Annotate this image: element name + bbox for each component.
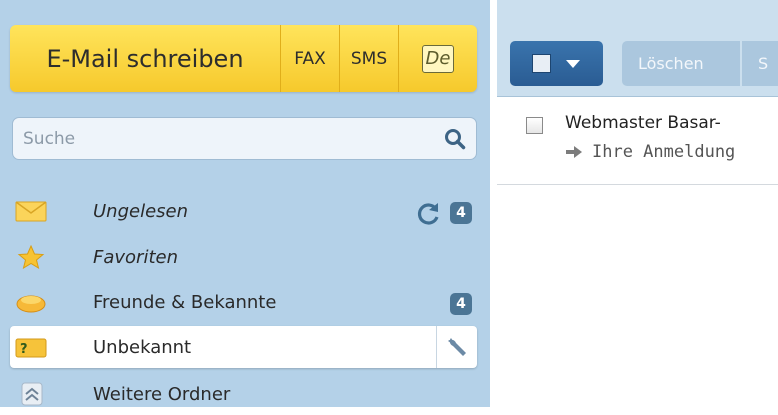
mail-sender: Webmaster Basar- [565, 113, 721, 133]
folder-weitere-ordner[interactable]: Weitere Ordner [0, 373, 490, 415]
sidebar: E-Mail schreiben FAX SMS De Ungelesen 4 … [0, 0, 490, 407]
folder-favoriten[interactable]: Favoriten [0, 236, 490, 278]
folder-unbekannt[interactable]: ? Unbekannt [10, 326, 477, 368]
search-input[interactable] [13, 118, 413, 159]
mail-list-item[interactable]: Webmaster Basar- Ihre Anmeldung [497, 100, 778, 185]
wrench-icon[interactable] [445, 335, 469, 359]
unread-count-badge: 4 [450, 293, 472, 315]
folder-label: Ungelesen [93, 201, 189, 222]
search-icon[interactable] [444, 128, 466, 150]
envelope-icon [15, 201, 47, 222]
group-icon [16, 295, 46, 313]
arrow-right-icon [566, 146, 582, 158]
chevron-up-icon [21, 382, 43, 406]
compose-email-button[interactable]: E-Mail schreiben [10, 25, 281, 92]
unknown-folder-icon: ? [15, 338, 47, 358]
star-icon [17, 245, 45, 269]
search-box [12, 117, 477, 160]
folder-label: Freunde & Bekannte [93, 292, 277, 313]
delete-button[interactable]: Löschen [622, 41, 740, 86]
folder-freunde-bekannte[interactable]: Freunde & Bekannte 4 [0, 281, 490, 323]
svg-text:?: ? [20, 342, 28, 357]
unread-count-badge: 4 [450, 202, 472, 224]
mail-subject-line: Ihre Anmeldung [565, 142, 735, 162]
refresh-icon[interactable] [414, 200, 442, 228]
mail-toolbar: Löschen S [497, 0, 778, 97]
compose-bar: E-Mail schreiben FAX SMS De [10, 25, 477, 92]
folder-label: Unbekannt [93, 337, 192, 358]
next-toolbar-button[interactable]: S [742, 41, 778, 86]
compose-sms-button[interactable]: SMS [340, 25, 399, 92]
compose-fax-button[interactable]: FAX [281, 25, 340, 92]
mail-subject: Ihre Anmeldung [592, 142, 736, 162]
select-all-dropdown[interactable] [510, 41, 603, 86]
select-all-checkbox-icon [532, 54, 551, 73]
divider [436, 326, 437, 368]
de-mail-icon: De [422, 44, 454, 73]
folder-label: Favoriten [93, 247, 178, 268]
caret-down-icon [566, 60, 580, 68]
mail-list-pane: Löschen S Webmaster Basar- Ihre Anmeldun… [497, 0, 778, 407]
folder-label: Weitere Ordner [93, 384, 231, 405]
mail-checkbox[interactable] [526, 117, 543, 134]
compose-de-button[interactable]: De [399, 25, 477, 92]
folder-ungelesen[interactable]: Ungelesen 4 [0, 190, 490, 232]
